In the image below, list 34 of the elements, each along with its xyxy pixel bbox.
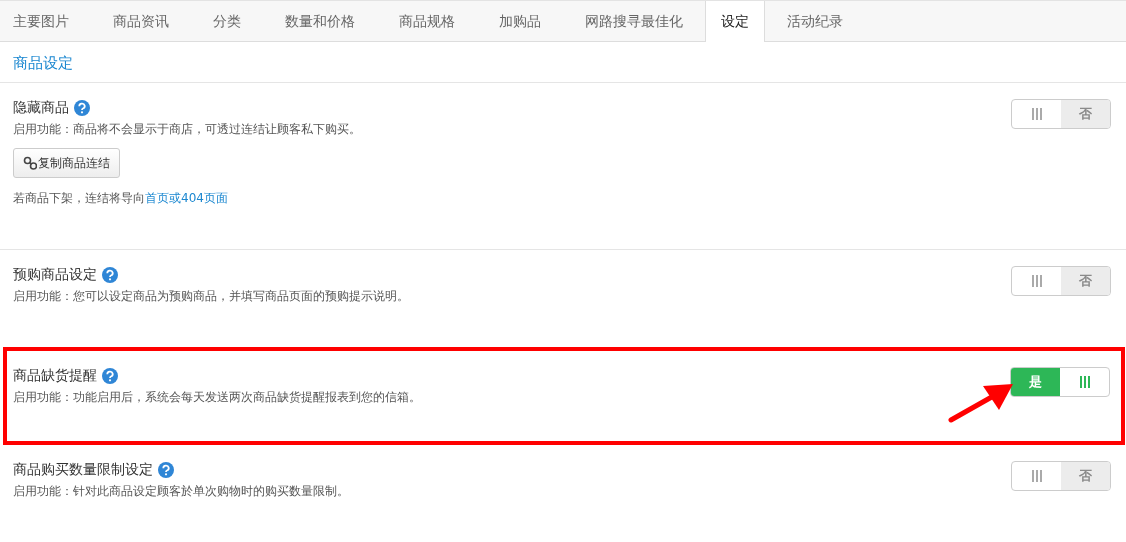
tab[interactable]: 商品规格 <box>377 1 477 41</box>
help-icon <box>102 368 118 384</box>
tab[interactable]: 加购品 <box>477 1 563 41</box>
setting-title: 隐藏商品 <box>13 99 69 117</box>
setting-description: 启用功能：商品将不会显示于商店，可透过连结让顾客私下购买。 <box>13 121 361 138</box>
arrow <box>948 383 1014 423</box>
setting-description: 启用功能：针对此商品设定顾客於单次购物时的购买数量限制。 <box>13 483 349 500</box>
grip-icon <box>1031 274 1042 288</box>
setting-description: 启用功能：您可以设定商品为预购商品，并填写商品页面的预购提示说明。 <box>13 288 409 305</box>
tab[interactable]: 设定 <box>705 1 765 42</box>
redirect-note: 若商品下架，连结将导向首页或404页面 <box>13 190 229 207</box>
copy-link-button[interactable]: 复制商品连结 <box>13 148 120 178</box>
grip-icon <box>1031 469 1042 483</box>
tab[interactable]: 分类 <box>191 1 263 41</box>
setting-title: 商品购买数量限制设定 <box>13 461 153 479</box>
tab[interactable]: 数量和价格 <box>263 1 377 41</box>
tab[interactable]: 网路搜寻最佳化 <box>563 1 705 41</box>
grip-icon <box>1079 375 1090 389</box>
section-title: 商品设定 <box>13 54 73 73</box>
toggle-switch[interactable]: 否 <box>1011 461 1111 491</box>
homepage-link[interactable]: 首页或404页面 <box>145 191 228 205</box>
tab[interactable]: 主要图片 <box>0 1 91 41</box>
help-icon <box>158 462 174 478</box>
help-icon <box>74 100 90 116</box>
setting-description: 启用功能：功能启用后，系统会每天发送两次商品缺货提醒报表到您的信箱。 <box>13 389 421 406</box>
tab[interactable]: 活动纪录 <box>765 1 865 41</box>
toggle-switch[interactable]: 否 <box>1011 99 1111 129</box>
setting-title: 商品缺货提醒 <box>13 367 97 385</box>
help-icon <box>102 267 118 283</box>
link-icon <box>23 156 37 170</box>
toggle-switch[interactable]: 否 <box>1011 266 1111 296</box>
grip-icon <box>1031 107 1042 121</box>
setting-title: 预购商品设定 <box>13 266 97 284</box>
tab[interactable]: 商品资讯 <box>91 1 191 41</box>
